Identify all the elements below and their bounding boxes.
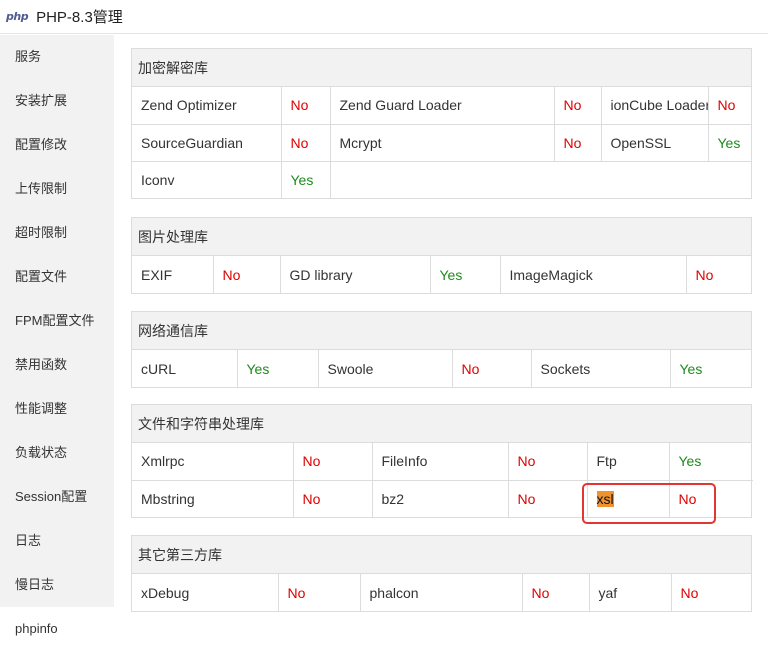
table-row: Zend Optimizer No Zend Guard Loader No i… xyxy=(132,87,752,125)
table-row: Iconv Yes xyxy=(132,161,752,198)
extension-name: Ftp xyxy=(587,443,670,481)
extension-status: No xyxy=(522,574,590,611)
section-title: 其它第三方库 xyxy=(132,536,751,574)
extension-status: Yes xyxy=(281,161,331,198)
sidebar-item-log[interactable]: 日志 xyxy=(0,519,114,563)
extension-status: No xyxy=(278,574,361,611)
extension-status: No xyxy=(695,266,714,283)
extension-name: bz2 xyxy=(372,480,509,517)
extension-table: EXIF No GD library Yes ImageMagick No xyxy=(132,256,753,293)
sidebar-item-disabled-functions[interactable]: 禁用函数 xyxy=(0,343,114,387)
table-row: SourceGuardian No Mcrypt No OpenSSL Yes xyxy=(132,124,752,162)
extension-name: Sockets xyxy=(531,350,671,387)
extension-status: No xyxy=(554,124,602,162)
extension-status: Yes xyxy=(679,360,703,377)
search-highlight: xsl xyxy=(596,490,614,507)
window-title: PHP-8.3管理 xyxy=(36,9,123,26)
extension-status: Yes xyxy=(237,350,319,387)
table-row: EXIF No GD library Yes ImageMagick No xyxy=(132,256,753,293)
extension-name: phalcon xyxy=(360,574,523,611)
table-row: xDebug No phalcon No yaf No xyxy=(132,574,753,611)
extension-name: ImageMagick xyxy=(500,256,687,293)
extension-name: OpenSSL xyxy=(601,124,709,162)
extension-status: No xyxy=(678,490,697,507)
extension-name: SourceGuardian xyxy=(132,124,282,162)
extension-name: Mbstring xyxy=(132,480,294,517)
table-row: Xmlrpc No FileInfo No Ftp Yes xyxy=(132,443,753,481)
extension-name: Zend Optimizer xyxy=(132,87,282,125)
extension-name: Zend Guard Loader xyxy=(330,87,555,125)
extension-name: EXIF xyxy=(132,256,214,293)
sidebar-item-session-config[interactable]: Session配置 xyxy=(0,475,114,519)
section-crypto: 加密解密库 Zend Optimizer No Zend Guard Loade… xyxy=(131,48,752,199)
sidebar-item-config-file[interactable]: 配置文件 xyxy=(0,255,114,299)
sidebar-item-slow-log[interactable]: 慢日志 xyxy=(0,563,114,607)
extension-name: xDebug xyxy=(132,574,279,611)
extension-name: yaf xyxy=(589,574,672,611)
empty-cell xyxy=(330,161,752,198)
section-network: 网络通信库 cURL Yes Swoole No Sockets Yes xyxy=(131,311,752,388)
extension-status: No xyxy=(508,443,588,481)
php-logo-icon: php xyxy=(6,10,29,23)
extension-name: ionCube Loader xyxy=(601,87,709,125)
sidebar-item-config-edit[interactable]: 配置修改 xyxy=(0,123,114,167)
sidebar-item-performance-tuning[interactable]: 性能调整 xyxy=(0,387,114,431)
extension-status: No xyxy=(293,443,373,481)
extension-table: Xmlrpc No FileInfo No Ftp Yes Mbstring N… xyxy=(132,443,753,517)
extension-status: No xyxy=(554,87,602,125)
extension-name: Iconv xyxy=(132,161,282,198)
extension-status: Yes xyxy=(430,256,501,293)
section-title: 文件和字符串处理库 xyxy=(132,405,751,443)
section-image: 图片处理库 EXIF No GD library Yes ImageMagick… xyxy=(131,217,752,294)
title-bar: php PHP-8.3管理 xyxy=(0,0,768,34)
extension-status: No xyxy=(213,256,281,293)
sidebar-item-fpm-config-file[interactable]: FPM配置文件 xyxy=(0,299,114,343)
extension-name: cURL xyxy=(132,350,238,387)
table-row: Mbstring No bz2 No xsl No xyxy=(132,480,753,517)
extension-status: No xyxy=(281,87,331,125)
extension-name: FileInfo xyxy=(372,443,509,481)
extension-status: Yes xyxy=(708,124,752,162)
section-files-strings: 文件和字符串处理库 Xmlrpc No FileInfo No Ftp Yes … xyxy=(131,404,753,518)
extension-status: No xyxy=(680,584,699,601)
extension-status: No xyxy=(293,480,373,517)
extension-table: xDebug No phalcon No yaf No xyxy=(132,574,753,611)
extension-status: Yes xyxy=(669,443,753,481)
extension-name: Xmlrpc xyxy=(132,443,294,481)
extension-name: Mcrypt xyxy=(330,124,555,162)
extension-table: Zend Optimizer No Zend Guard Loader No i… xyxy=(132,87,752,198)
sidebar-item-upload-limit[interactable]: 上传限制 xyxy=(0,167,114,211)
sidebar-item-timeout-limit[interactable]: 超时限制 xyxy=(0,211,114,255)
section-third-party: 其它第三方库 xDebug No phalcon No yaf No xyxy=(131,535,752,612)
section-title: 网络通信库 xyxy=(132,312,751,350)
extension-name-highlighted: xsl xyxy=(587,480,670,517)
extension-table: cURL Yes Swoole No Sockets Yes xyxy=(132,350,753,387)
extension-status: No xyxy=(281,124,331,162)
sidebar: 服务 安装扩展 配置修改 上传限制 超时限制 配置文件 FPM配置文件 禁用函数… xyxy=(0,35,114,651)
extension-name: Swoole xyxy=(318,350,453,387)
table-row: cURL Yes Swoole No Sockets Yes xyxy=(132,350,753,387)
extension-status: No xyxy=(508,480,588,517)
sidebar-item-install-extensions[interactable]: 安装扩展 xyxy=(0,79,114,123)
sidebar-item-load-status[interactable]: 负载状态 xyxy=(0,431,114,475)
section-title: 图片处理库 xyxy=(132,218,751,256)
extension-name: GD library xyxy=(280,256,431,293)
sidebar-item-phpinfo[interactable]: phpinfo xyxy=(0,607,114,651)
section-title: 加密解密库 xyxy=(132,49,751,87)
extension-status: No xyxy=(708,87,752,125)
main-panel: 加密解密库 Zend Optimizer No Zend Guard Loade… xyxy=(114,35,768,640)
sidebar-item-service[interactable]: 服务 xyxy=(0,35,114,79)
extension-status: No xyxy=(452,350,532,387)
